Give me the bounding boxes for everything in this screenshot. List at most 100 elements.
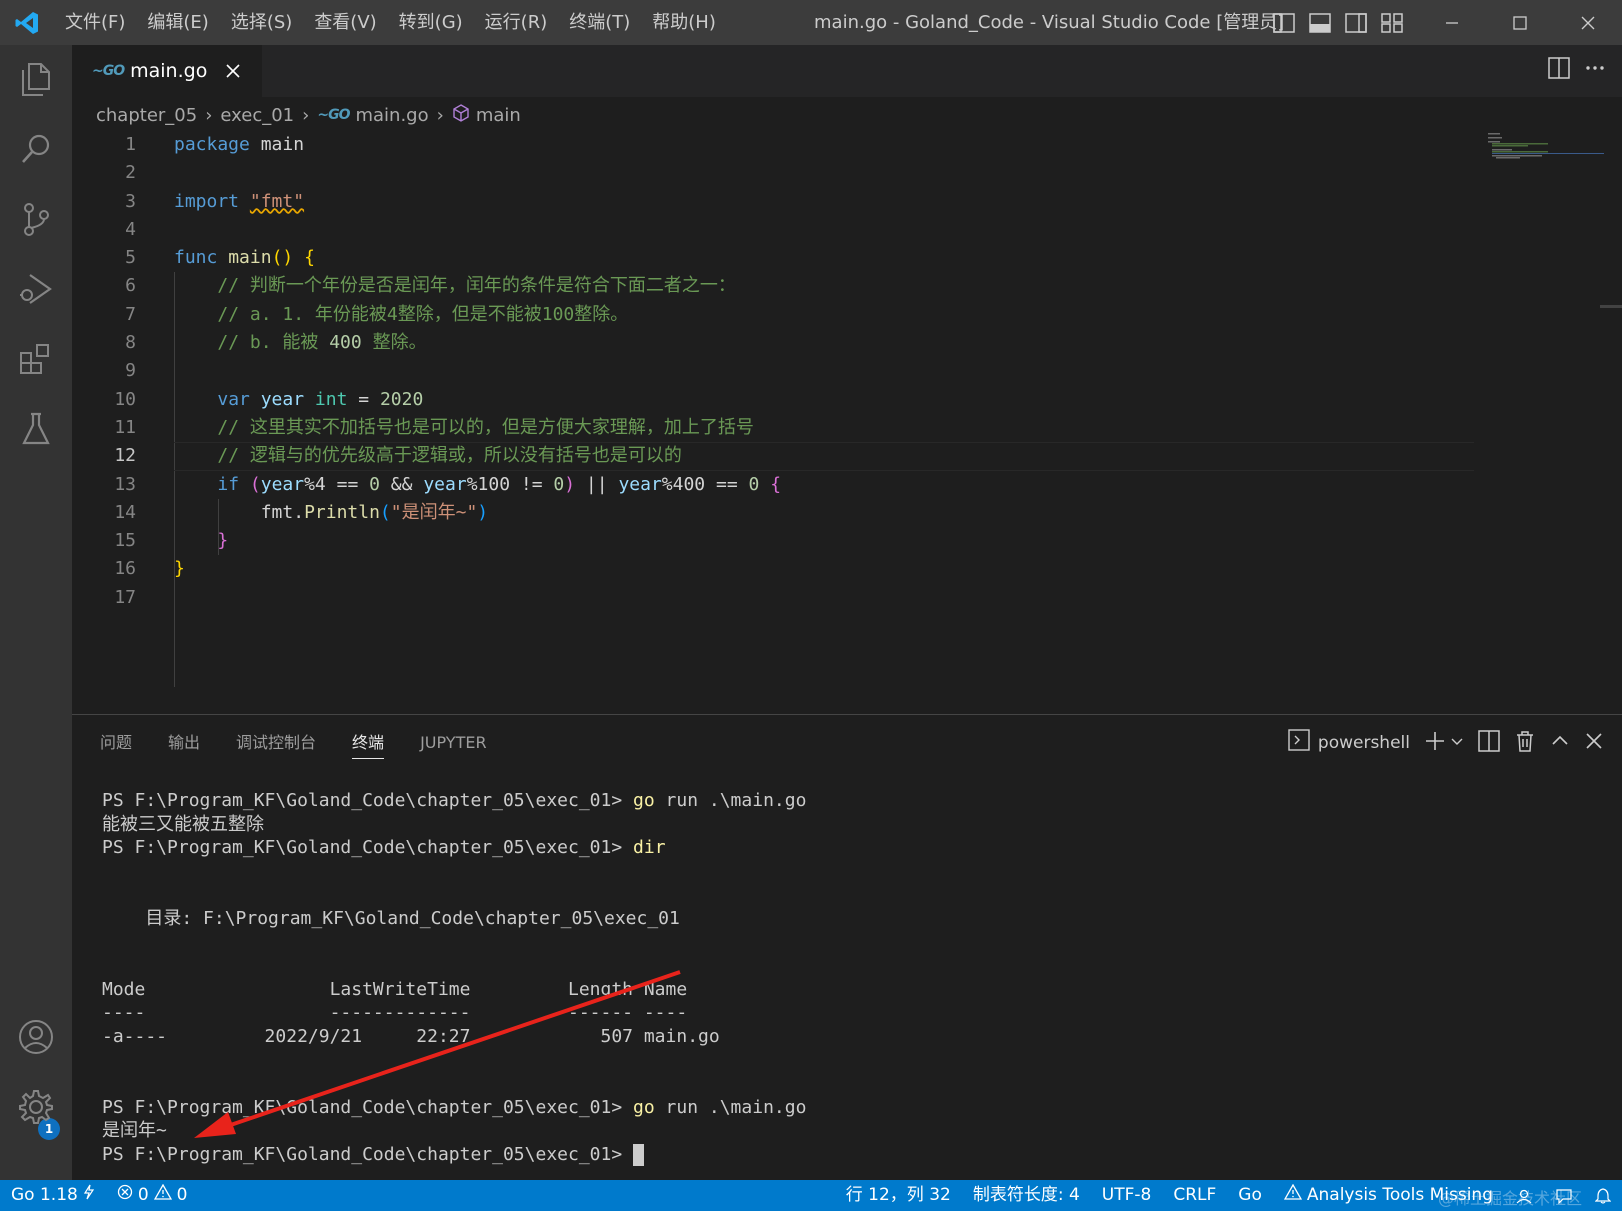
menu-help[interactable]: 帮助(H) <box>641 0 727 45</box>
tab-jupyter[interactable]: JUPYTER <box>420 715 487 771</box>
code-line: 11 // 这里其实不加括号也是可以的，但是方便大家理解，加上了括号 <box>114 416 754 438</box>
panel-actions: powershell <box>1288 729 1604 756</box>
code-line: 1 package main <box>125 134 305 155</box>
terminal-line: 能被三又能被五整除 <box>102 813 264 835</box>
terminal-line: ---- ------------- ------ ---- <box>102 1002 688 1024</box>
terminal-line: Mode LastWriteTime Length Name <box>102 978 688 1000</box>
minimize-icon[interactable] <box>1418 0 1486 45</box>
menu-file[interactable]: 文件(F) <box>54 0 136 45</box>
code-line: 5 func main() { <box>125 247 315 269</box>
chevron-right-icon: › <box>302 104 310 126</box>
split-editor-icon[interactable] <box>1548 57 1570 83</box>
split-terminal-icon[interactable] <box>1478 729 1500 756</box>
language-status[interactable]: Go <box>1227 1180 1273 1211</box>
terminal-cursor <box>633 1143 645 1166</box>
menu-selection[interactable]: 选择(S) <box>220 0 303 45</box>
tab-output[interactable]: 输出 <box>168 715 200 771</box>
terminal-icon <box>1288 729 1310 756</box>
maximize-icon[interactable] <box>1486 0 1554 45</box>
terminal-line: PS F:\Program_KF\Goland_Code\chapter_05\… <box>102 790 807 811</box>
code-line: 7 // a. 1. 年份能被4整除，但是不能被100整除。 <box>125 303 629 325</box>
terminal-line: 目录: F:\Program_KF\Goland_Code\chapter_05… <box>102 907 680 929</box>
explorer-icon[interactable] <box>16 59 56 99</box>
code-line-current: 12 // 逻辑与的优先级高于逻辑或，所以没有括号也是可以的 <box>72 442 1622 471</box>
bottom-panel: 问题 输出 调试控制台 终端 JUPYTER powershell PS F:\… <box>72 714 1622 1180</box>
eol-status[interactable]: CRLF <box>1162 1180 1227 1211</box>
menu-edit[interactable]: 编辑(E) <box>136 0 219 45</box>
panel-tabs: 问题 输出 调试控制台 终端 JUPYTER <box>100 715 487 771</box>
terminal-line: -a---- 2022/9/21 22:27 507 main.go <box>102 1025 720 1047</box>
window-title: main.go - Goland_Code - Visual Studio Co… <box>814 12 1285 33</box>
watermark: @稀土掘金技术社区 <box>1437 1189 1582 1208</box>
breadcrumb-item-file[interactable]: main.go <box>355 105 428 126</box>
terminal-output[interactable]: PS F:\Program_KF\Goland_Code\chapter_05\… <box>102 789 806 1167</box>
code-line: 9 <box>125 360 136 382</box>
code-line: 2 <box>125 162 136 184</box>
tab-debug-console[interactable]: 调试控制台 <box>236 715 316 771</box>
breadcrumb-item-chapter[interactable]: chapter_05 <box>96 105 197 126</box>
problems-status[interactable]: 0 0 <box>106 1180 199 1211</box>
status-bar: Go 1.18 0 0 行 12，列 32 制表符长度: 4 UTF-8 CRL… <box>0 1180 1622 1211</box>
code-editor[interactable]: 1 package main 2 3 import "fmt" 4 5 func ma… <box>72 131 1622 687</box>
run-debug-icon[interactable] <box>16 269 56 309</box>
tab-problems[interactable]: 问题 <box>100 715 132 771</box>
code-line: 17 <box>114 586 136 608</box>
minimap[interactable] <box>1488 131 1606 171</box>
chevron-down-icon[interactable] <box>1450 733 1464 752</box>
toggle-secondary-sidebar-icon[interactable] <box>1342 9 1370 37</box>
trash-icon[interactable] <box>1514 730 1536 756</box>
close-tab-icon[interactable] <box>220 58 246 84</box>
go-icon: ~GO <box>317 107 350 123</box>
cube-symbol-icon <box>452 103 470 127</box>
warning-icon <box>1283 1180 1302 1211</box>
code-line: 14 fmt.Println("是闰年~") <box>114 501 489 523</box>
breadcrumb-item-folder[interactable]: exec_01 <box>220 105 294 126</box>
code-line: 15 } <box>114 530 229 552</box>
settings-gear-icon[interactable] <box>16 1087 56 1127</box>
search-icon[interactable] <box>16 129 56 169</box>
menu-run[interactable]: 运行(R) <box>474 0 559 45</box>
tab-size-status[interactable]: 制表符长度: 4 <box>962 1180 1091 1211</box>
layout-controls <box>1270 0 1406 45</box>
terminal-shell-selector[interactable]: powershell <box>1288 729 1410 756</box>
terminal-line: PS F:\Program_KF\Goland_Code\chapter_05\… <box>102 837 666 859</box>
scrollbar-marker[interactable] <box>1600 305 1622 308</box>
source-control-icon[interactable] <box>16 199 56 239</box>
encoding-status[interactable]: UTF-8 <box>1091 1180 1163 1211</box>
menu-view[interactable]: 查看(V) <box>303 0 387 45</box>
terminal-line: 是闰年~ <box>102 1120 167 1142</box>
breadcrumb-item-symbol[interactable]: main <box>476 105 521 126</box>
chevron-right-icon: › <box>205 104 213 126</box>
close-panel-icon[interactable] <box>1584 731 1604 755</box>
shell-name: powershell <box>1317 732 1410 753</box>
code-line: 13 if (year%4 == 0 && year%100 != 0) || … <box>114 473 782 495</box>
toggle-sidebar-icon[interactable] <box>1270 9 1298 37</box>
tab-terminal[interactable]: 终端 <box>352 715 385 771</box>
terminal-line: PS F:\Program_KF\Goland_Code\chapter_05\… <box>102 1143 806 1167</box>
menu-terminal[interactable]: 终端(T) <box>558 0 641 45</box>
chevron-up-icon[interactable] <box>1550 731 1570 755</box>
title-bar: 文件(F) 编辑(E) 选择(S) 查看(V) 转到(G) 运行(R) 终端(T… <box>0 0 1622 45</box>
new-terminal-plus-icon[interactable] <box>1424 730 1446 756</box>
close-window-icon[interactable] <box>1554 0 1622 45</box>
cursor-position-status[interactable]: 行 12，列 32 <box>835 1180 962 1211</box>
activity-bar: 1 <box>0 45 72 1180</box>
breadcrumb: chapter_05 › exec_01 › ~GO main.go › mai… <box>96 97 521 133</box>
more-actions-icon[interactable] <box>1584 57 1606 83</box>
extensions-icon[interactable] <box>16 339 56 379</box>
customize-layout-icon[interactable] <box>1378 9 1406 37</box>
accounts-icon[interactable] <box>16 1017 56 1057</box>
warning-icon <box>153 1180 172 1211</box>
testing-flask-icon[interactable] <box>16 409 56 449</box>
code-line: 3 import "fmt" <box>125 190 305 212</box>
go-version-status[interactable]: Go 1.18 <box>0 1180 106 1211</box>
code-line: 16} <box>114 558 185 580</box>
menu-go[interactable]: 转到(G) <box>388 0 474 45</box>
go-icon: ~GO <box>92 63 125 79</box>
bell-icon[interactable] <box>1584 1180 1622 1211</box>
toggle-panel-icon[interactable] <box>1306 9 1334 37</box>
terminal-line: PS F:\Program_KF\Goland_Code\chapter_05\… <box>102 1096 807 1118</box>
